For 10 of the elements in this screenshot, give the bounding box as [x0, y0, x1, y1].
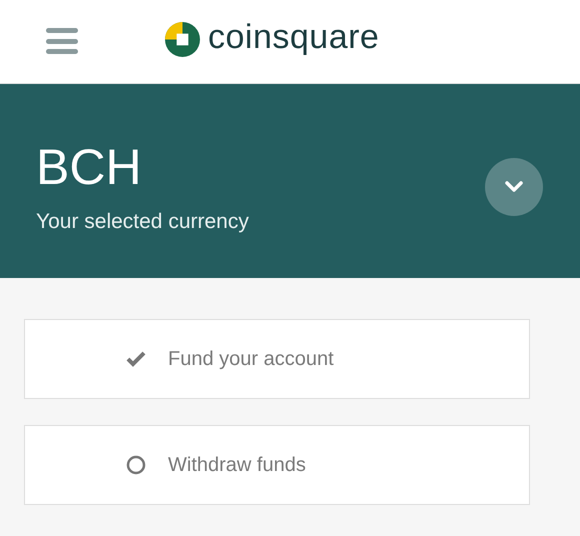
brand-name: coinsquare	[208, 20, 380, 58]
logo-icon	[165, 22, 200, 56]
step-option[interactable]: Fund your account	[24, 319, 530, 399]
currency-caption: Your selected currency	[36, 209, 249, 235]
currency-code: BCH	[36, 142, 143, 192]
menu-icon[interactable]	[46, 27, 78, 55]
step-option[interactable]: Withdraw funds	[24, 425, 530, 505]
chevron-down-icon	[504, 180, 524, 194]
step-label: Withdraw funds	[168, 453, 306, 478]
step-label: Fund your account	[168, 347, 334, 372]
